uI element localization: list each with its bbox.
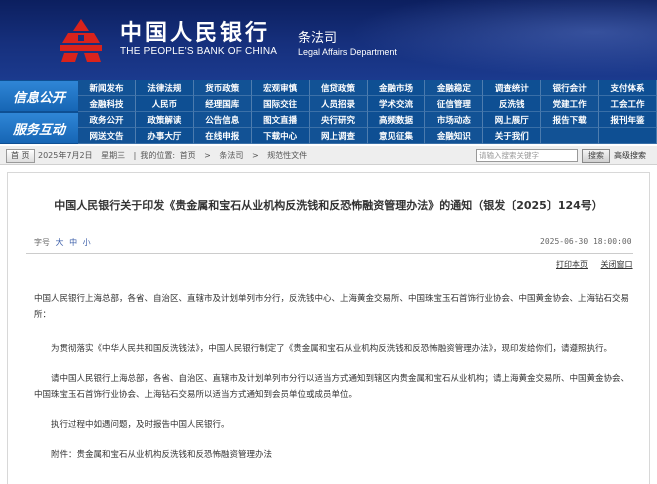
nav-item[interactable]: 支付体系 — [599, 80, 657, 96]
font-size-label: 字号 — [34, 238, 50, 247]
article-container: 中国人民银行关于印发《贵金属和宝石从业机构反洗钱和反恐怖融资管理办法》的通知（银… — [7, 172, 650, 484]
font-size-medium-link[interactable]: 中 — [69, 238, 77, 247]
nav-item[interactable]: 央行研究 — [309, 112, 368, 128]
breadcrumb-bar: 首 页 2025年7月2日 星期三 | 我的位置: 首页 > 条法司 > 规范性文… — [0, 146, 657, 165]
nav-item[interactable]: 人员招录 — [309, 96, 368, 112]
font-size-switcher: 字号 大 中 小 — [34, 237, 91, 248]
nav-item[interactable]: 学术交流 — [367, 96, 426, 112]
nav-item[interactable]: 宏观审慎 — [251, 80, 310, 96]
advanced-search-link[interactable]: 高级搜索 — [614, 150, 646, 161]
current-weekday: 星期三 — [101, 151, 126, 160]
nav-item-empty — [541, 128, 600, 144]
nav-section-label-info: 信息公开 — [0, 81, 78, 111]
nav-item[interactable]: 新闻发布 — [78, 80, 136, 96]
main-navigation: 信息公开 服务互动 新闻发布 法律法规 货币政策 宏观审慎 信贷政策 金融市场 … — [0, 80, 657, 144]
nav-item[interactable]: 关于我们 — [483, 128, 542, 144]
font-size-small-link[interactable]: 小 — [83, 238, 91, 247]
nav-item[interactable]: 货币政策 — [193, 80, 252, 96]
bank-name-en: THE PEOPLE'S BANK OF CHINA — [120, 46, 278, 57]
nav-item[interactable]: 图文直播 — [251, 112, 310, 128]
nav-item[interactable]: 政策解读 — [135, 112, 194, 128]
department-name-cn: 条法司 — [298, 31, 338, 46]
font-size-large-link[interactable]: 大 — [56, 238, 64, 247]
banner-glow — [330, 0, 657, 80]
breadcrumb-separator: > — [251, 151, 259, 160]
article-paragraph: 请中国人民银行上海总部，各省、自治区、直辖市及计划单列市分行以适当方式通知到辖区… — [34, 374, 630, 400]
nav-item[interactable]: 法律法规 — [135, 80, 194, 96]
search-input[interactable]: 请输入搜索关键字 — [476, 149, 578, 162]
publish-date: 2025-06-30 18:00:00 — [540, 237, 632, 246]
breadcrumb: 2025年7月2日 星期三 | 我的位置: 首页 > 条法司 > 规范性文件 — [38, 150, 313, 161]
nav-grid: 新闻发布 法律法规 货币政策 宏观审慎 信贷政策 金融市场 金融稳定 调查统计 … — [78, 80, 657, 144]
bank-name-cn: 中国人民银行 — [120, 20, 271, 46]
nav-item[interactable]: 报刊年鉴 — [599, 112, 657, 128]
nav-item[interactable]: 反洗钱 — [483, 96, 542, 112]
nav-item[interactable]: 信贷政策 — [309, 80, 368, 96]
nav-item[interactable]: 人民币 — [135, 96, 194, 112]
breadcrumb-home-link[interactable]: 首页 — [180, 151, 196, 160]
nav-item[interactable]: 在线申报 — [193, 128, 252, 144]
article-body: 中国人民银行上海总部，各省、自治区、直辖市及计划单列市分行，反洗钱中心、上海黄金… — [34, 291, 632, 463]
nav-item[interactable]: 金融知识 — [425, 128, 484, 144]
article-actions: 打印本页 关闭窗口 — [546, 259, 633, 270]
nav-item[interactable]: 报告下载 — [541, 112, 600, 128]
current-date: 2025年7月2日 — [38, 151, 93, 160]
nav-item[interactable]: 下载中心 — [251, 128, 310, 144]
nav-item[interactable]: 征信管理 — [425, 96, 484, 112]
pboc-emblem-icon — [60, 19, 102, 62]
nav-item[interactable]: 网上展厅 — [483, 112, 542, 128]
nav-item[interactable]: 国际交往 — [251, 96, 310, 112]
home-button[interactable]: 首 页 — [6, 149, 35, 163]
print-page-link[interactable]: 打印本页 — [556, 260, 588, 269]
close-window-link[interactable]: 关闭窗口 — [601, 260, 633, 269]
nav-item[interactable]: 工会工作 — [599, 96, 657, 112]
nav-item[interactable]: 金融市场 — [367, 80, 426, 96]
breadcrumb-department-link[interactable]: 条法司 — [219, 151, 243, 160]
nav-item[interactable]: 调查统计 — [483, 80, 542, 96]
nav-item[interactable]: 金融科技 — [78, 96, 136, 112]
breadcrumb-category-link[interactable]: 规范性文件 — [267, 151, 307, 160]
divider — [26, 253, 633, 254]
search-button[interactable]: 搜索 — [582, 149, 610, 163]
nav-item[interactable]: 金融稳定 — [425, 80, 484, 96]
nav-item[interactable]: 银行会计 — [541, 80, 600, 96]
article-salutation: 中国人民银行上海总部，各省、自治区、直辖市及计划单列市分行，反洗钱中心、上海黄金… — [34, 294, 630, 320]
nav-item[interactable]: 党建工作 — [541, 96, 600, 112]
nav-section-label-service: 服务互动 — [0, 113, 78, 143]
nav-item[interactable]: 经理国库 — [193, 96, 252, 112]
attachment-link[interactable]: 附件：贵金属和宝石从业机构反洗钱和反恐怖融资管理办法 — [34, 447, 632, 463]
nav-item[interactable]: 办事大厅 — [135, 128, 194, 144]
nav-item[interactable]: 网上调查 — [309, 128, 368, 144]
nav-item[interactable]: 公告信息 — [193, 112, 252, 128]
nav-item[interactable]: 意见征集 — [367, 128, 426, 144]
nav-item[interactable]: 网送文告 — [78, 128, 136, 144]
breadcrumb-separator: > — [204, 151, 211, 160]
header-banner: 中国人民银行 THE PEOPLE'S BANK OF CHINA 条法司 Le… — [0, 0, 657, 80]
department-name-en: Legal Affairs Department — [298, 47, 397, 57]
article-paragraph: 为贯彻落实《中华人民共和国反洗钱法》，中国人民银行制定了《贵金属和宝石从业机构反… — [51, 344, 613, 354]
nav-item-empty — [599, 128, 657, 144]
location-label: | 我的位置: — [133, 151, 176, 160]
nav-item[interactable]: 市场动态 — [425, 112, 484, 128]
nav-item[interactable]: 高频数据 — [367, 112, 426, 128]
article-title: 中国人民银行关于印发《贵金属和宝石从业机构反洗钱和反恐怖融资管理办法》的通知（银… — [54, 199, 603, 212]
article-paragraph: 执行过程中如遇问题，及时报告中国人民银行。 — [51, 420, 230, 430]
nav-item[interactable]: 政务公开 — [78, 112, 136, 128]
